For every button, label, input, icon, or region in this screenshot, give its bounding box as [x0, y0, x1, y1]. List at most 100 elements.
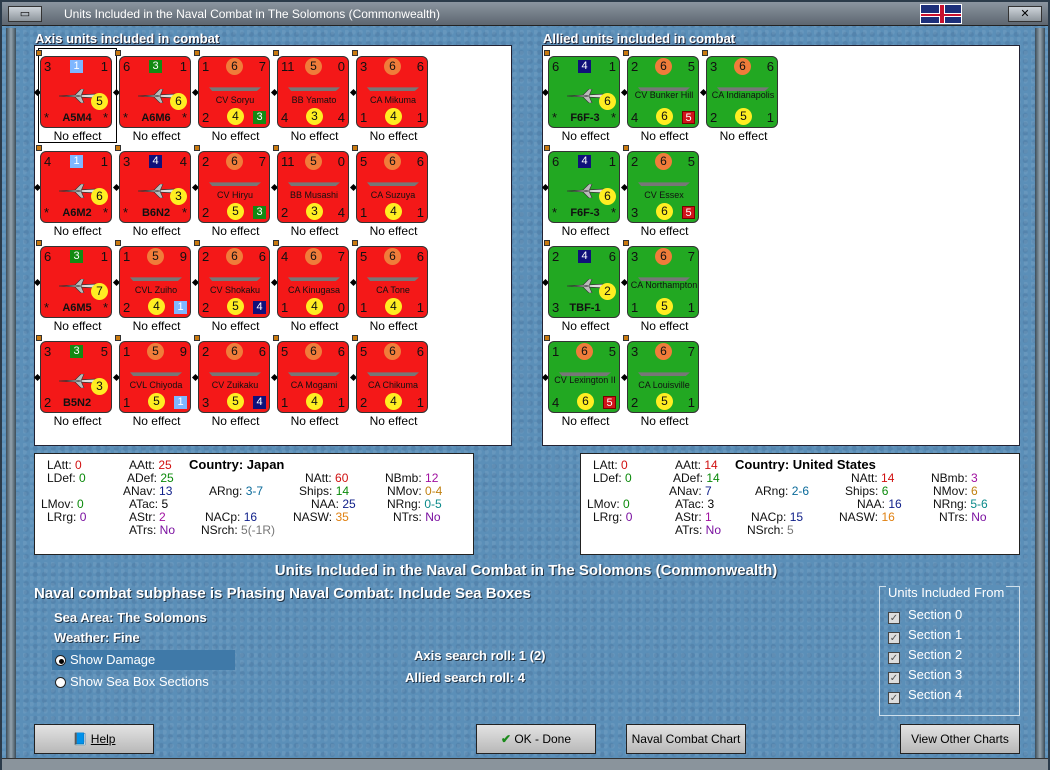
- unit-counter[interactable]: 3 4 4 B6N2 * 3 *: [119, 151, 191, 223]
- unit-counter[interactable]: 3 6 6 CA Mikuma 1 4 1: [356, 56, 428, 128]
- unit-counter[interactable]: 1 7 6 CV Soryu 2 4 3: [198, 56, 270, 128]
- counter-bottom-left: *: [44, 205, 50, 220]
- unit-cell[interactable]: 5 6 6 CA Chikuma 2 4 1 No effect: [349, 333, 433, 428]
- unit-counter[interactable]: 3 6 6 CA Indianapolis 2 5 1: [706, 56, 778, 128]
- unit-effect: No effect: [211, 319, 260, 333]
- other-charts-label: View Other Charts: [911, 732, 1009, 746]
- allied-header: Allied units included in combat: [543, 31, 736, 46]
- unit-cell[interactable]: 2 7 6 CV Hiryu 2 5 3 No effect: [191, 143, 275, 238]
- section-checkbox[interactable]: ✓ Section 4: [888, 687, 962, 704]
- counter-bottom-left: 2: [202, 110, 210, 125]
- stat-label: NSrch:: [747, 523, 788, 537]
- stat-label: NMov:: [387, 484, 426, 498]
- unit-counter[interactable]: 5 6 6 CA Tone 1 4 1: [356, 246, 428, 318]
- stat-ships: Ships: 14: [299, 484, 349, 498]
- unit-marker-icon: [273, 240, 279, 246]
- counter-top-right: 6: [258, 344, 266, 359]
- allied-units-panel: 6 1 4 F6F-3 * 6 * No effect 6 1 4 F6F-3 * 6 * No effect…: [541, 45, 1020, 446]
- counter-yellow-circle: 4: [385, 298, 402, 315]
- unit-cell[interactable]: 3 1 1 A5M4 * 5 * No effect: [33, 48, 117, 143]
- unit-cell[interactable]: 3 4 4 B6N2 * 3 * No effect: [112, 143, 196, 238]
- unit-counter[interactable]: 1 9 5 CVL Chiyoda 1 5 1: [119, 341, 191, 413]
- unit-counter[interactable]: 6 1 4 F6F-3 * 6 *: [548, 151, 620, 223]
- unit-cell[interactable]: 5 6 6 CA Suzuya 1 4 1 No effect: [349, 143, 433, 238]
- unit-cell[interactable]: 2 6 6 CV Shokaku 2 5 4 No effect: [191, 238, 275, 333]
- unit-counter[interactable]: 3 7 6 CA Louisville 2 5 1: [627, 341, 699, 413]
- section-checkbox[interactable]: ✓ Section 0: [888, 607, 962, 624]
- section-checkbox[interactable]: ✓ Section 1: [888, 627, 962, 644]
- unit-counter[interactable]: 3 5 3 B5N2 2 3: [40, 341, 112, 413]
- unit-cell[interactable]: 3 5 3 B5N2 2 3 No effect: [33, 333, 117, 428]
- unit-counter[interactable]: 1 9 5 CVL Zuiho 2 4 1: [119, 246, 191, 318]
- unit-cell[interactable]: 2 6 6 CV Zuikaku 3 5 4 No effect: [191, 333, 275, 428]
- stat-nrng: NRng: 5-6: [933, 497, 988, 511]
- unit-counter[interactable]: 2 5 6 CV Essex 3 6 5: [627, 151, 699, 223]
- stat-label: AAtt:: [129, 458, 159, 472]
- unit-cell[interactable]: 3 6 6 CA Indianapolis 2 5 1 No effect: [699, 48, 783, 143]
- unit-cell[interactable]: 1 5 6 CV Lexington II 4 6 5 No effect: [541, 333, 625, 428]
- unit-counter[interactable]: 2 6 6 CV Zuikaku 3 5 4: [198, 341, 270, 413]
- unit-cell[interactable]: 1 9 5 CVL Zuiho 2 4 1 No effect: [112, 238, 196, 333]
- unit-counter[interactable]: 1 5 6 CV Lexington II 4 6 5: [548, 341, 620, 413]
- unit-counter[interactable]: 2 5 6 CV Bunker Hill 4 6 5: [627, 56, 699, 128]
- unit-counter[interactable]: 2 7 6 CV Hiryu 2 5 3: [198, 151, 270, 223]
- show-damage-radio[interactable]: Show Damage: [52, 650, 235, 670]
- unit-counter[interactable]: 5 6 6 CA Chikuma 2 4 1: [356, 341, 428, 413]
- counter-bottom-square: 5: [682, 111, 695, 124]
- show-sections-radio[interactable]: Show Sea Box Sections: [52, 672, 235, 692]
- unit-marker-icon: [702, 50, 708, 56]
- unit-counter[interactable]: 11 0 5 BB Musashi 2 3 4: [277, 151, 349, 223]
- unit-cell[interactable]: 5 6 6 CA Tone 1 4 1 No effect: [349, 238, 433, 333]
- unit-counter[interactable]: 11 0 5 BB Yamato 4 3 4: [277, 56, 349, 128]
- unit-effect: No effect: [53, 224, 102, 238]
- unit-cell[interactable]: 6 1 3 A6M6 * 6 * No effect: [112, 48, 196, 143]
- stat-value: 3-7: [245, 484, 264, 498]
- unit-cell[interactable]: 6 1 4 F6F-3 * 6 * No effect: [541, 143, 625, 238]
- counter-top-left: 1: [123, 249, 131, 264]
- unit-cell[interactable]: 3 7 6 CA Northampton 1 5 1 No effect: [620, 238, 704, 333]
- stat-atac: ATac: 3: [675, 497, 714, 511]
- section-checkbox[interactable]: ✓ Section 3: [888, 667, 962, 684]
- unit-counter[interactable]: 2 6 4 TBF-1 3 2: [548, 246, 620, 318]
- unit-counter[interactable]: 5 6 6 CA Mogami 1 4 1: [277, 341, 349, 413]
- unit-cell[interactable]: 11 0 5 BB Musashi 2 3 4 No effect: [270, 143, 354, 238]
- close-button[interactable]: ✕: [1008, 6, 1042, 22]
- unit-counter[interactable]: 4 1 1 A6M2 * 6 *: [40, 151, 112, 223]
- counter-top-right: 0: [337, 59, 345, 74]
- unit-cell[interactable]: 4 1 1 A6M2 * 6 * No effect: [33, 143, 117, 238]
- unit-name: CV Essex: [644, 190, 684, 200]
- unit-counter[interactable]: 6 1 4 F6F-3 * 6 *: [548, 56, 620, 128]
- window-menu-button[interactable]: ▭: [8, 6, 42, 22]
- ship-silhouette-icon: [367, 277, 419, 281]
- unit-counter[interactable]: 5 6 6 CA Suzuya 1 4 1: [356, 151, 428, 223]
- unit-counter[interactable]: 6 1 3 A6M6 * 6 *: [119, 56, 191, 128]
- ok-done-button[interactable]: ✔ OK - Done: [476, 724, 596, 754]
- unit-cell[interactable]: 1 9 5 CVL Chiyoda 1 5 1 No effect: [112, 333, 196, 428]
- unit-counter[interactable]: 3 7 6 CA Northampton 1 5 1: [627, 246, 699, 318]
- unit-cell[interactable]: 1 7 6 CV Soryu 2 4 3 No effect: [191, 48, 275, 143]
- view-other-charts-button[interactable]: View Other Charts: [900, 724, 1020, 754]
- naval-combat-chart-button[interactable]: Naval Combat Chart: [626, 724, 746, 754]
- unit-cell[interactable]: 6 1 4 F6F-3 * 6 * No effect: [541, 48, 625, 143]
- unit-cell[interactable]: 11 0 5 BB Yamato 4 3 4 No effect: [270, 48, 354, 143]
- counter-yellow-circle: 7: [91, 283, 108, 300]
- unit-cell[interactable]: 2 5 6 CV Essex 3 6 5 No effect: [620, 143, 704, 238]
- unit-cell[interactable]: 3 6 6 CA Mikuma 1 4 1 No effect: [349, 48, 433, 143]
- unit-cell[interactable]: 2 5 6 CV Bunker Hill 4 6 5 No effect: [620, 48, 704, 143]
- section-checkbox[interactable]: ✓ Section 2: [888, 647, 962, 664]
- unit-cell[interactable]: 5 6 6 CA Mogami 1 4 1 No effect: [270, 333, 354, 428]
- unit-counter[interactable]: 3 1 1 A5M4 * 5 *: [40, 56, 112, 128]
- unit-cell[interactable]: 2 6 4 TBF-1 3 2 No effect: [541, 238, 625, 333]
- unit-cell[interactable]: 4 7 6 CA Kinugasa 1 4 0 No effect: [270, 238, 354, 333]
- unit-counter[interactable]: 6 1 3 A6M5 * 7 *: [40, 246, 112, 318]
- unit-marker-icon: [273, 145, 279, 151]
- unit-marker-icon: [36, 145, 42, 151]
- unit-cell[interactable]: 3 7 6 CA Louisville 2 5 1 No effect: [620, 333, 704, 428]
- counter-bottom-left: 2: [281, 205, 289, 220]
- unit-cell[interactable]: 6 1 3 A6M5 * 7 * No effect: [33, 238, 117, 333]
- unit-counter[interactable]: 2 6 6 CV Shokaku 2 5 4: [198, 246, 270, 318]
- unit-effect: No effect: [132, 319, 181, 333]
- unit-counter[interactable]: 4 7 6 CA Kinugasa 1 4 0: [277, 246, 349, 318]
- uk-flag-icon: [920, 4, 962, 24]
- help-button[interactable]: 📘 Help: [34, 724, 154, 754]
